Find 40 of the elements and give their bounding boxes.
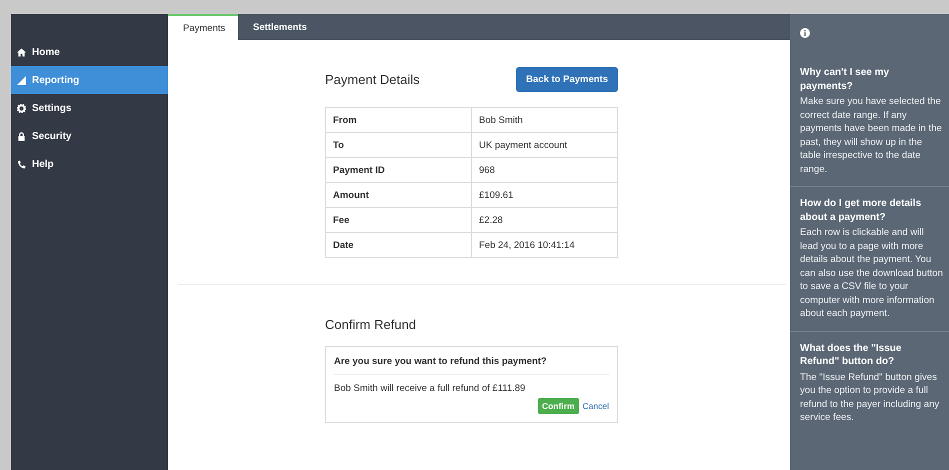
nav-item[interactable]: Security bbox=[11, 122, 168, 150]
table-cell: Feb 24, 2016 10:41:14 bbox=[472, 232, 618, 258]
info-icon bbox=[800, 28, 810, 38]
section-title: Confirm Refund bbox=[325, 317, 418, 332]
signal-icon bbox=[17, 76, 26, 84]
nav-label: Reporting bbox=[32, 74, 80, 86]
section-title: Payment Details bbox=[325, 72, 420, 87]
nav-item[interactable]: Home bbox=[11, 38, 168, 66]
tab[interactable]: Settlements bbox=[238, 14, 308, 40]
cancel-link[interactable]: Cancel bbox=[582, 401, 609, 411]
help-question: How do I get more details about a payment? bbox=[800, 197, 922, 224]
back-button[interactable]: Back to Payments bbox=[516, 67, 618, 92]
refund-question: Are you sure you want to refund this payment? bbox=[334, 347, 609, 375]
lock-icon bbox=[17, 132, 26, 140]
nav-label: Security bbox=[32, 130, 72, 142]
nav-item[interactable]: Settings bbox=[11, 94, 168, 122]
table-cell: UK payment account bbox=[472, 132, 618, 158]
nav-item[interactable]: Help bbox=[11, 150, 168, 178]
table-cell: To bbox=[326, 132, 472, 158]
help-question: Why can't I see my payments? bbox=[800, 66, 890, 93]
table-cell: Payment ID bbox=[326, 158, 472, 182]
help-answer: The "Issue Refund" button gives you the option to provide a full refund to the payer including any service fees. bbox=[800, 370, 940, 424]
table-cell: Amount bbox=[326, 182, 472, 208]
phone-icon bbox=[17, 160, 26, 168]
help-answer: Each row is clickable and will lead you to a page with more details about the payment. You can also use the download button to save a CSV file to your computer with more information about each payment. bbox=[800, 226, 943, 320]
gear-icon bbox=[17, 104, 26, 112]
nav-label: Help bbox=[32, 158, 54, 170]
table-cell: Bob Smith bbox=[472, 108, 618, 132]
table-cell: 968 bbox=[472, 158, 618, 182]
refund-message: Bob Smith will receive a full refund of £111.89 bbox=[334, 382, 526, 396]
help-question: What does the "Issue Refund" button do? bbox=[800, 342, 902, 368]
table-cell: Date bbox=[326, 232, 472, 258]
nav-label: Settings bbox=[32, 102, 72, 114]
help-answer: Make sure you have selected the correct date range. If any payments have been made in the past, they will show up in the table irrespective to the date range. bbox=[800, 95, 943, 176]
table-cell: From bbox=[326, 108, 472, 132]
table-cell: £2.28 bbox=[472, 208, 618, 232]
nav-label: Home bbox=[32, 46, 60, 58]
home-icon bbox=[17, 48, 26, 56]
table-cell: Fee bbox=[326, 208, 472, 232]
table-cell: £109.61 bbox=[472, 182, 618, 208]
